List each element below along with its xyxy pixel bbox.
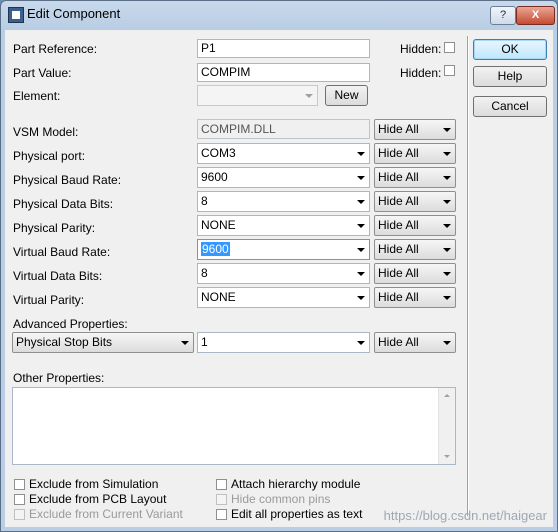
close-button[interactable]: X (516, 6, 555, 25)
exclude-pcb-label: Exclude from PCB Layout (29, 492, 167, 506)
window-title: Edit Component (27, 6, 121, 21)
chevron-down-icon (443, 248, 451, 252)
edit-as-text-checkbox[interactable] (216, 509, 227, 520)
new-element-button[interactable]: New (325, 85, 368, 106)
chevron-down-icon (443, 176, 451, 180)
chevron-down-icon (357, 224, 365, 228)
chevron-down-icon (305, 94, 313, 98)
title-bar[interactable]: Edit Component ? X (1, 1, 557, 29)
watermark-text: https://blog.csdn.net/haigear (383, 508, 547, 523)
physical-port-combo[interactable]: COM3 (197, 143, 370, 164)
title-help-button[interactable]: ? (490, 6, 516, 25)
other-properties-textarea[interactable] (12, 387, 456, 465)
exclude-simulation-label: Exclude from Simulation (29, 477, 159, 491)
vsm-model-label: VSM Model: (13, 125, 79, 139)
chevron-down-icon (181, 341, 189, 345)
physical-port-visibility[interactable]: Hide All (374, 143, 456, 164)
chevron-down-icon (357, 341, 365, 345)
ok-button[interactable]: OK (473, 39, 547, 60)
part-value-label: Part Value: (13, 66, 72, 80)
virtual-baud-visibility[interactable]: Hide All (374, 239, 456, 260)
edit-as-text-label: Edit all properties as text (231, 507, 363, 521)
vsm-model-visibility[interactable]: Hide All (374, 119, 456, 140)
chevron-down-icon (357, 200, 365, 204)
part-reference-label: Part Reference: (13, 42, 98, 56)
chevron-down-icon (443, 272, 451, 276)
chevron-down-icon (443, 341, 451, 345)
advanced-value-combo[interactable]: 1 (197, 332, 370, 353)
element-label: Element: (13, 89, 61, 103)
cancel-button[interactable]: Cancel (473, 96, 547, 117)
physical-baud-visibility[interactable]: Hide All (374, 167, 456, 188)
exclude-pcb-checkbox[interactable] (14, 494, 25, 505)
attach-hierarchy-label: Attach hierarchy module (231, 477, 361, 491)
virtual-parity-combo[interactable]: NONE (197, 287, 370, 308)
physical-port-label: Physical port: (13, 149, 86, 163)
chevron-down-icon (357, 248, 365, 252)
chevron-down-icon (443, 224, 451, 228)
part-reference-hidden-label: Hidden: (400, 42, 442, 56)
virtual-data-bits-visibility[interactable]: Hide All (374, 263, 456, 284)
exclude-variant-checkbox (14, 509, 25, 520)
virtual-baud-label: Virtual Baud Rate: (13, 245, 111, 259)
part-value-hidden-label: Hidden: (400, 66, 442, 80)
chevron-down-icon (357, 296, 365, 300)
virtual-baud-combo[interactable]: 9600 (197, 239, 370, 260)
app-icon (8, 7, 24, 23)
hide-common-pins-label: Hide common pins (231, 492, 331, 506)
vsm-model-input[interactable]: COMPIM.DLL (197, 119, 370, 139)
virtual-data-bits-label: Virtual Data Bits: (13, 269, 103, 283)
chevron-down-icon (357, 152, 365, 156)
element-combo (197, 85, 318, 106)
dialog-body: Part Reference: P1 Hidden: Part Value: C… (5, 30, 553, 527)
attach-hierarchy-checkbox[interactable] (216, 479, 227, 490)
advanced-visibility[interactable]: Hide All (374, 332, 456, 353)
hide-common-pins-checkbox (216, 494, 227, 505)
vertical-separator (467, 36, 469, 516)
chevron-down-icon (443, 200, 451, 204)
advanced-properties-label: Advanced Properties: (13, 317, 128, 331)
virtual-parity-label: Virtual Parity: (13, 293, 85, 307)
virtual-data-bits-combo[interactable]: 8 (197, 263, 370, 284)
advanced-property-combo[interactable]: Physical Stop Bits (12, 332, 194, 353)
exclude-simulation-checkbox[interactable] (14, 479, 25, 490)
physical-data-bits-label: Physical Data Bits: (13, 197, 114, 211)
chevron-down-icon (443, 296, 451, 300)
virtual-parity-visibility[interactable]: Hide All (374, 287, 456, 308)
chevron-down-icon (443, 128, 451, 132)
physical-parity-combo[interactable]: NONE (197, 215, 370, 236)
physical-data-bits-visibility[interactable]: Hide All (374, 191, 456, 212)
scroll-down-icon[interactable] (444, 455, 450, 458)
textarea-scrollbar[interactable] (438, 388, 455, 464)
chevron-down-icon (357, 272, 365, 276)
physical-baud-label: Physical Baud Rate: (13, 173, 122, 187)
physical-parity-label: Physical Parity: (13, 221, 96, 235)
edit-component-dialog: Edit Component ? X Part Reference: P1 Hi… (0, 0, 558, 532)
part-reference-input[interactable]: P1 (197, 39, 370, 58)
other-properties-label: Other Properties: (13, 371, 105, 385)
chevron-down-icon (357, 176, 365, 180)
chevron-down-icon (443, 152, 451, 156)
physical-parity-visibility[interactable]: Hide All (374, 215, 456, 236)
help-button[interactable]: Help (473, 66, 547, 87)
part-value-input[interactable]: COMPIM (197, 63, 370, 82)
physical-data-bits-combo[interactable]: 8 (197, 191, 370, 212)
part-reference-hidden-checkbox[interactable] (444, 42, 455, 53)
exclude-variant-label: Exclude from Current Variant (29, 507, 183, 521)
physical-baud-combo[interactable]: 9600 (197, 167, 370, 188)
part-value-hidden-checkbox[interactable] (444, 65, 455, 76)
scroll-up-icon[interactable] (444, 394, 450, 397)
